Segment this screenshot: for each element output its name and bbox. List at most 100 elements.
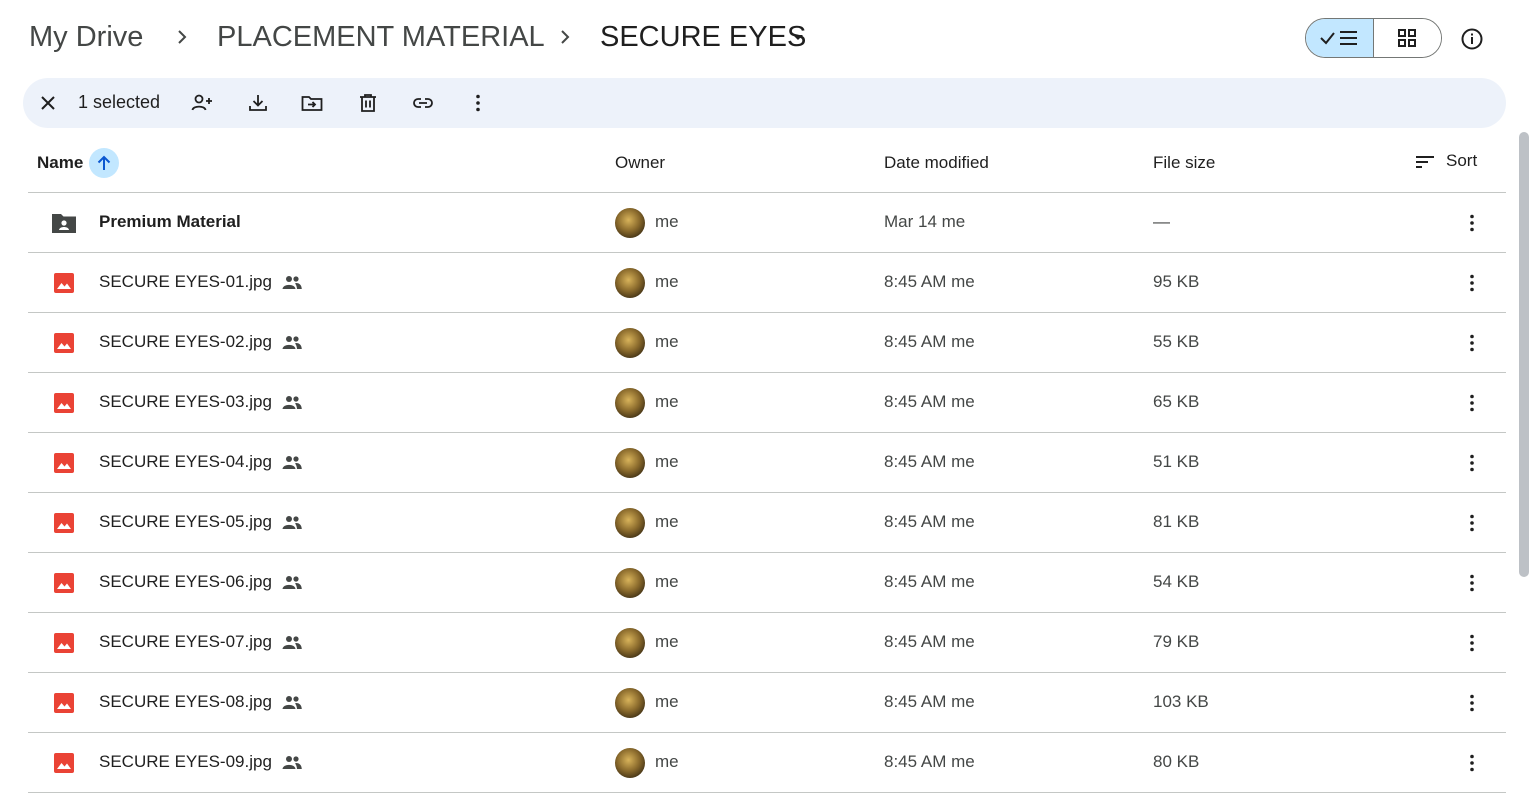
- info-icon: [1461, 28, 1483, 50]
- breadcrumb-current-folder[interactable]: SECURE EYES: [600, 18, 806, 56]
- table-row[interactable]: SECURE EYES-02.jpg me 8:45 AM me 55 KB: [28, 313, 1506, 373]
- table-row[interactable]: SECURE EYES-09.jpg me 8:45 AM me 80 KB: [28, 733, 1506, 793]
- row-more-button[interactable]: [1460, 571, 1484, 595]
- list-view-button[interactable]: [1306, 19, 1374, 57]
- column-name[interactable]: Name: [37, 153, 83, 173]
- sort-icon: [1416, 156, 1434, 168]
- shared-icon: [281, 753, 303, 771]
- move-icon: [301, 96, 323, 111]
- column-file-size[interactable]: File size: [1153, 153, 1215, 173]
- file-size: 95 KB: [1153, 272, 1200, 291]
- date-modified: 8:45 AM me: [884, 272, 975, 291]
- table-row[interactable]: SECURE EYES-08.jpg me 8:45 AM me 103 KB: [28, 673, 1506, 733]
- image-file-icon: [54, 273, 74, 293]
- breadcrumb-my-drive[interactable]: My Drive: [29, 18, 143, 56]
- selection-toolbar: 1 selected: [23, 78, 1506, 128]
- link-icon: [413, 98, 433, 108]
- share-button[interactable]: [190, 91, 214, 115]
- table-row[interactable]: SECURE EYES-04.jpg me 8:45 AM me 51 KB: [28, 433, 1506, 493]
- delete-button[interactable]: [356, 91, 380, 115]
- file-size: 103 KB: [1153, 692, 1209, 711]
- chevron-right-icon: [178, 30, 187, 44]
- file-size: 51 KB: [1153, 452, 1200, 471]
- image-file-icon: [54, 633, 74, 653]
- breadcrumb: My Drive PLACEMENT MATERIAL SECURE EYES: [0, 0, 1532, 76]
- row-more-button[interactable]: [1460, 511, 1484, 535]
- avatar: [615, 448, 645, 478]
- row-more-button[interactable]: [1460, 751, 1484, 775]
- download-button[interactable]: [246, 91, 270, 115]
- shared-people-icon: [282, 336, 302, 349]
- column-owner[interactable]: Owner: [615, 153, 665, 173]
- image-icon: [51, 691, 77, 715]
- owner-name: me: [655, 692, 679, 711]
- owner-name: me: [655, 392, 679, 411]
- grid-view-button[interactable]: [1373, 19, 1441, 57]
- download-icon: [249, 95, 267, 111]
- breadcrumb-placement-material[interactable]: PLACEMENT MATERIAL: [217, 18, 545, 56]
- row-more-button[interactable]: [1460, 271, 1484, 295]
- shared-icon: [281, 333, 303, 351]
- avatar: [615, 628, 645, 658]
- row-more-button[interactable]: [1460, 331, 1484, 355]
- table-row[interactable]: SECURE EYES-07.jpg me 8:45 AM me 79 KB: [28, 613, 1506, 673]
- file-size: 55 KB: [1153, 332, 1200, 351]
- image-icon: [51, 571, 77, 595]
- shared-icon: [281, 573, 303, 591]
- table-row[interactable]: SECURE EYES-05.jpg me 8:45 AM me 81 KB: [28, 493, 1506, 553]
- file-name: SECURE EYES-08.jpg: [99, 692, 303, 712]
- clear-selection-button[interactable]: [36, 91, 60, 115]
- file-name: SECURE EYES-06.jpg: [99, 572, 303, 592]
- sort-button[interactable]: Sort: [1414, 151, 1477, 171]
- table-row[interactable]: SECURE EYES-06.jpg me 8:45 AM me 54 KB: [28, 553, 1506, 613]
- file-name: SECURE EYES-04.jpg: [99, 452, 303, 472]
- avatar: [615, 748, 645, 778]
- row-more-button[interactable]: [1460, 391, 1484, 415]
- owner-name: me: [655, 272, 679, 291]
- grid-icon: [1398, 29, 1417, 47]
- row-more-button[interactable]: [1460, 631, 1484, 655]
- more-vert-icon: [1470, 214, 1474, 232]
- view-toggle: [1305, 18, 1442, 58]
- avatar: [615, 208, 645, 238]
- more-vert-icon: [1470, 334, 1474, 352]
- avatar: [615, 388, 645, 418]
- file-name: SECURE EYES-03.jpg: [99, 392, 303, 412]
- row-more-button[interactable]: [1460, 451, 1484, 475]
- shared-people-icon: [282, 576, 302, 589]
- more-vert-icon: [1470, 754, 1474, 772]
- scrollbar[interactable]: [1519, 132, 1529, 577]
- shared-folder-icon: [52, 214, 76, 233]
- row-more-button[interactable]: [1460, 691, 1484, 715]
- move-button[interactable]: [300, 91, 324, 115]
- caret-down-icon[interactable]: [790, 32, 806, 44]
- column-date-modified[interactable]: Date modified: [884, 153, 989, 173]
- file-name: SECURE EYES-02.jpg: [99, 332, 303, 352]
- owner-name: me: [655, 512, 679, 531]
- file-name-text: SECURE EYES-01.jpg: [99, 272, 272, 291]
- close-icon: [41, 96, 55, 110]
- copy-link-button[interactable]: [411, 91, 435, 115]
- image-icon: [51, 751, 77, 775]
- info-button[interactable]: [1459, 26, 1485, 52]
- selected-count: 1 selected: [78, 92, 161, 112]
- row-more-button[interactable]: [1460, 211, 1484, 235]
- file-name-text: SECURE EYES-09.jpg: [99, 752, 272, 771]
- more-vert-icon: [1470, 274, 1474, 292]
- file-name-text: SECURE EYES-03.jpg: [99, 392, 272, 411]
- file-name: SECURE EYES-05.jpg: [99, 512, 303, 532]
- file-name-text: SECURE EYES-07.jpg: [99, 632, 272, 651]
- table-row[interactable]: SECURE EYES-01.jpg me 8:45 AM me 95 KB: [28, 253, 1506, 313]
- sort-direction-button[interactable]: [89, 148, 119, 178]
- more-actions-button[interactable]: [466, 91, 490, 115]
- table-row[interactable]: SECURE EYES-03.jpg me 8:45 AM me 65 KB: [28, 373, 1506, 433]
- image-file-icon: [54, 513, 74, 533]
- avatar: [615, 568, 645, 598]
- shared-people-icon: [282, 696, 302, 709]
- share-icon: [191, 94, 212, 111]
- owner-name: me: [655, 632, 679, 651]
- file-name-text: SECURE EYES-05.jpg: [99, 512, 272, 531]
- file-name: Premium Material: [99, 212, 241, 232]
- file-list-header: Name Owner Date modified File size Sort: [28, 133, 1506, 193]
- table-row[interactable]: Premium Material me Mar 14 me —: [28, 193, 1506, 253]
